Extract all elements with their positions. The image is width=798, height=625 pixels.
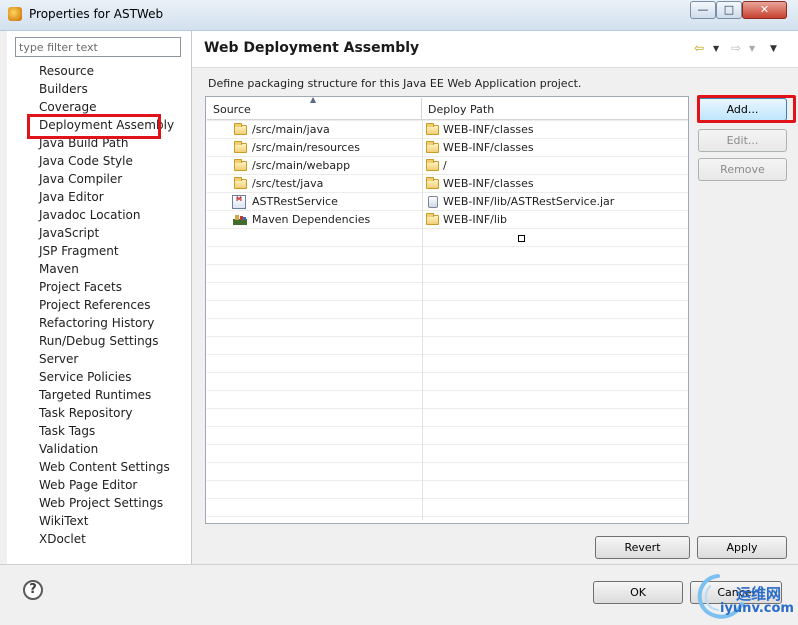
minimize-button[interactable]: — [690, 1, 716, 19]
source-cell: /src/main/webapp [252, 159, 351, 172]
selected-item-highlight [27, 114, 161, 139]
table-row[interactable]: /src/main/resources WEB-INF/classes [207, 139, 688, 157]
ok-button[interactable]: OK [593, 581, 683, 604]
folder-icon [234, 177, 247, 189]
close-button[interactable]: ✕ [742, 1, 787, 19]
sidebar-item-java-compiler[interactable]: Java Compiler [39, 170, 122, 188]
back-history-dropdown-icon[interactable]: ▼ [713, 44, 719, 53]
edit-button[interactable]: Edit... [698, 129, 787, 152]
page-title: Web Deployment Assembly [204, 40, 420, 56]
forward-history-dropdown-icon[interactable]: ▼ [749, 44, 755, 53]
sidebar-item-jsp-fragment[interactable]: JSP Fragment [39, 242, 119, 260]
source-cell: ASTRestService [252, 195, 338, 208]
project-icon: M [232, 195, 246, 209]
source-cell: Maven Dependencies [252, 213, 371, 226]
folder-icon [234, 159, 247, 171]
sidebar-item-service-policies[interactable]: Service Policies [39, 368, 132, 386]
table-row[interactable]: /src/main/webapp / [207, 157, 688, 175]
sidebar-item-web-project-settings[interactable]: Web Project Settings [39, 494, 163, 512]
view-menu-icon[interactable]: ▼ [770, 44, 777, 54]
sidebar-item-validation[interactable]: Validation [39, 440, 98, 458]
sidebar-item-run-debug-settings[interactable]: Run/Debug Settings [39, 332, 159, 350]
back-arrow-icon[interactable]: ⇦ [694, 41, 704, 55]
sidebar-item-targeted-runtimes[interactable]: Targeted Runtimes [39, 386, 151, 404]
source-cell: /src/test/java [252, 177, 324, 190]
sidebar-item-java-editor[interactable]: Java Editor [39, 188, 104, 206]
source-cell: /src/main/resources [252, 141, 360, 154]
jar-icon [428, 196, 438, 208]
deploy-path-cell: WEB-INF/classes [443, 123, 534, 136]
table-row[interactable]: Maven Dependencies WEB-INF/lib [207, 211, 688, 229]
sidebar-item-refactoring-history[interactable]: Refactoring History [39, 314, 154, 332]
deploy-path-cell: WEB-INF/classes [443, 141, 534, 154]
sidebar-item-web-page-editor[interactable]: Web Page Editor [39, 476, 137, 494]
folder-icon [234, 123, 247, 135]
folder-icon [426, 213, 439, 225]
sidebar-item-xdoclet[interactable]: XDoclet [39, 530, 86, 548]
folder-icon [426, 123, 439, 135]
page-description: Define packaging structure for this Java… [208, 77, 582, 90]
folder-icon [426, 177, 439, 189]
sidebar-item-builders[interactable]: Builders [39, 80, 88, 98]
add-button-highlight [697, 95, 796, 123]
app-icon [8, 7, 22, 21]
filter-input[interactable] [15, 37, 181, 57]
sidebar-item-project-facets[interactable]: Project Facets [39, 278, 122, 296]
cursor-marker [518, 235, 525, 242]
sidebar-item-java-code-style[interactable]: Java Code Style [39, 152, 133, 170]
sidebar-item-task-repository[interactable]: Task Repository [39, 404, 133, 422]
folder-icon [234, 141, 247, 153]
window-title: Properties for ASTWeb [29, 7, 164, 21]
sidebar-item-server[interactable]: Server [39, 350, 78, 368]
table-row[interactable]: M ASTRestService WEB-INF/lib/ASTRestServic… [207, 193, 688, 211]
apply-button[interactable]: Apply [697, 536, 787, 559]
maven-library-icon [232, 214, 248, 226]
column-header-deploy-path[interactable]: Deploy Path [422, 98, 688, 120]
remove-button[interactable]: Remove [698, 158, 787, 181]
deploy-path-cell: WEB-INF/lib/ASTRestService.jar [443, 195, 615, 208]
watermark-url: iyunv.com [720, 601, 794, 616]
maximize-button[interactable]: □ [716, 1, 742, 19]
sidebar-item-maven[interactable]: Maven [39, 260, 79, 278]
deploy-path-cell: WEB-INF/lib [443, 213, 507, 226]
table-row[interactable]: /src/main/java WEB-INF/classes [207, 121, 688, 139]
sort-ascending-icon: ▲ [310, 95, 317, 104]
source-cell: /src/main/java [252, 123, 330, 136]
sidebar-item-web-content-settings[interactable]: Web Content Settings [39, 458, 170, 476]
folder-icon [426, 159, 439, 171]
sidebar-item-resource[interactable]: Resource [39, 62, 94, 80]
revert-button[interactable]: Revert [595, 536, 690, 559]
sidebar-item-task-tags[interactable]: Task Tags [39, 422, 95, 440]
sidebar-item-javadoc-location[interactable]: Javadoc Location [39, 206, 140, 224]
sidebar-item-javascript[interactable]: JavaScript [39, 224, 99, 242]
forward-arrow-icon[interactable]: ⇨ [731, 41, 741, 55]
help-icon[interactable]: ? [23, 580, 43, 600]
folder-icon [426, 141, 439, 153]
table-row[interactable]: /src/test/java WEB-INF/classes [207, 175, 688, 193]
sidebar-item-project-references[interactable]: Project References [39, 296, 151, 314]
sidebar-item-wikitext[interactable]: WikiText [39, 512, 89, 530]
deploy-path-cell: WEB-INF/classes [443, 177, 534, 190]
deploy-path-cell: / [443, 159, 447, 172]
